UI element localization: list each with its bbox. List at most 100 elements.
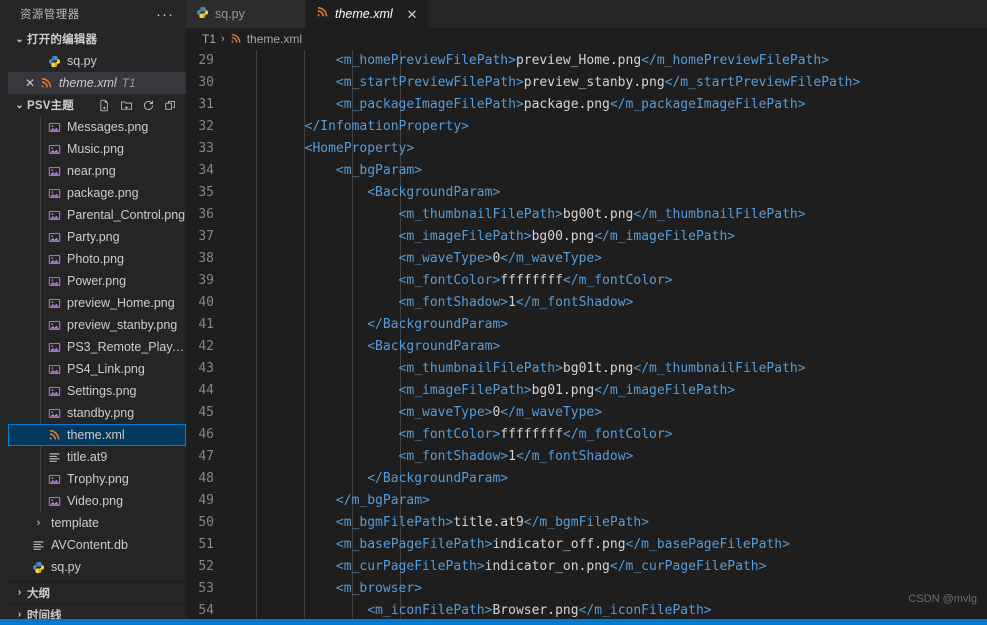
code-editor[interactable]: 29 <m_homePreviewFilePath>preview_Home.p…: [186, 50, 987, 625]
folder-label: template: [51, 516, 99, 530]
file-item[interactable]: title.at9: [8, 446, 186, 468]
line-content[interactable]: <m_curPageFilePath>indicator_on.png</m_c…: [236, 556, 987, 578]
file-item[interactable]: Trophy.png: [8, 468, 186, 490]
new-folder-icon[interactable]: [116, 96, 136, 114]
file-item[interactable]: PS4_Link.png: [8, 358, 186, 380]
collapse-all-icon[interactable]: [160, 96, 180, 114]
folder-item[interactable]: › template: [8, 512, 186, 534]
line-number: 39: [198, 273, 214, 288]
line-content[interactable]: <BackgroundParam>: [236, 336, 987, 358]
file-item[interactable]: PS3_Remote_Play.png: [8, 336, 186, 358]
refresh-icon[interactable]: [138, 96, 158, 114]
code-token: </m_packageImageFilePath>: [609, 97, 806, 112]
code-token: </m_fontShadow>: [515, 449, 634, 464]
code-token: ffffffff: [500, 427, 563, 442]
file-item[interactable]: Photo.png: [8, 248, 186, 270]
code-line: 31 <m_packageImageFilePath>package.png</…: [186, 94, 987, 116]
line-content[interactable]: <m_fontShadow>1</m_fontShadow>: [236, 446, 987, 468]
code-token: preview_stanby.png: [523, 75, 665, 90]
line-number: 46: [198, 427, 214, 442]
line-content[interactable]: <m_waveType>0</m_waveType>: [236, 402, 987, 424]
code-line: 46 <m_fontColor>ffffffff</m_fontColor>: [186, 424, 987, 446]
code-token: <m_homePreviewFilePath>: [335, 53, 516, 68]
line-content[interactable]: <m_fontShadow>1</m_fontShadow>: [236, 292, 987, 314]
line-content[interactable]: <m_homePreviewFilePath>preview_Home.png<…: [236, 50, 987, 72]
line-content[interactable]: </BackgroundParam>: [236, 314, 987, 336]
file-item[interactable]: Power.png: [8, 270, 186, 292]
chevron-right-icon: ›: [36, 517, 41, 529]
line-content[interactable]: <BackgroundParam>: [236, 182, 987, 204]
open-editor-item[interactable]: sq.py: [8, 50, 186, 72]
file-label: sq.py: [51, 560, 81, 574]
more-actions-icon[interactable]: ···: [156, 6, 180, 23]
line-content[interactable]: <m_basePageFilePath>indicator_off.png</m…: [236, 534, 987, 556]
sidebar-section-0[interactable]: › 大纲: [8, 581, 186, 603]
code-token: </m_curPageFilePath>: [609, 559, 767, 574]
line-number: 36: [198, 207, 214, 222]
file-label: theme.xml: [67, 428, 125, 442]
code-line: 39 <m_fontColor>ffffffff</m_fontColor>: [186, 270, 987, 292]
file-item[interactable]: Video.png: [8, 490, 186, 512]
line-number: 40: [198, 295, 214, 310]
file-item-selected[interactable]: theme.xml: [8, 424, 186, 446]
vscode-window: 资源管理器 ··· ⌄ 打开的编辑器 sq.py ✕ theme.xml T1 ⌄ P…: [0, 0, 987, 625]
code-line: 33 <HomeProperty>: [186, 138, 987, 160]
line-content[interactable]: <m_packageImageFilePath>package.png</m_p…: [236, 94, 987, 116]
section-project-root[interactable]: ⌄ PSV主题: [8, 94, 186, 116]
breadcrumb-root[interactable]: T1: [202, 32, 216, 46]
chevron-right-icon: ›: [221, 33, 225, 45]
code-line: 32 </InfomationProperty>: [186, 116, 987, 138]
line-content[interactable]: <m_thumbnailFilePath>bg00t.png</m_thumbn…: [236, 204, 987, 226]
code-token: 1: [508, 295, 516, 310]
editor-tab[interactable]: theme.xml ✕: [306, 0, 429, 28]
section-open-editors[interactable]: ⌄ 打开的编辑器: [8, 28, 186, 50]
file-label: Photo.png: [67, 252, 124, 266]
close-editor-icon[interactable]: ✕: [22, 76, 38, 90]
line-content[interactable]: <m_imageFilePath>bg00.png</m_imageFilePa…: [236, 226, 987, 248]
file-item[interactable]: preview_Home.png: [8, 292, 186, 314]
code-token: <BackgroundParam>: [367, 185, 501, 200]
file-label: PS3_Remote_Play.png: [67, 340, 186, 354]
line-content[interactable]: <m_fontColor>ffffffff</m_fontColor>: [236, 424, 987, 446]
editor-tab[interactable]: sq.py: [186, 0, 306, 28]
file-item[interactable]: AVContent.db: [8, 534, 186, 556]
file-item[interactable]: Parental_Control.png: [8, 204, 186, 226]
file-label: Messages.png: [67, 120, 149, 134]
line-content[interactable]: <m_bgParam>: [236, 160, 987, 182]
file-item[interactable]: near.png: [8, 160, 186, 182]
close-tab-icon[interactable]: ✕: [407, 8, 418, 21]
line-number: 48: [198, 471, 214, 486]
line-content[interactable]: <m_fontColor>ffffffff</m_fontColor>: [236, 270, 987, 292]
line-content[interactable]: <m_thumbnailFilePath>bg01t.png</m_thumbn…: [236, 358, 987, 380]
line-content[interactable]: <m_browser>: [236, 578, 987, 600]
line-content[interactable]: <HomeProperty>: [236, 138, 987, 160]
line-content[interactable]: <m_bgmFilePath>title.at9</m_bgmFilePath>: [236, 512, 987, 534]
file-item[interactable]: package.png: [8, 182, 186, 204]
explorer-sidebar: 资源管理器 ··· ⌄ 打开的编辑器 sq.py ✕ theme.xml T1 ⌄ P…: [8, 0, 186, 625]
file-item[interactable]: Settings.png: [8, 380, 186, 402]
new-file-icon[interactable]: [94, 96, 114, 114]
file-item[interactable]: Music.png: [8, 138, 186, 160]
line-content[interactable]: <m_waveType>0</m_waveType>: [236, 248, 987, 270]
file-item[interactable]: standby.png: [8, 402, 186, 424]
database-file-icon: [30, 539, 47, 552]
file-item[interactable]: Messages.png: [8, 116, 186, 138]
code-token: bg00.png: [531, 229, 595, 244]
line-content[interactable]: </InfomationProperty>: [236, 116, 987, 138]
open-editor-item[interactable]: ✕ theme.xml T1: [8, 72, 186, 94]
file-item[interactable]: preview_stanby.png: [8, 314, 186, 336]
line-content[interactable]: <m_startPreviewFilePath>preview_stanby.p…: [236, 72, 987, 94]
code-token: </m_bgParam>: [335, 493, 430, 508]
code-token: <m_imageFilePath>: [398, 229, 532, 244]
line-content[interactable]: </m_bgParam>: [236, 490, 987, 512]
file-item[interactable]: Party.png: [8, 226, 186, 248]
line-content[interactable]: <m_imageFilePath>bg01.png</m_imageFilePa…: [236, 380, 987, 402]
breadcrumb-file[interactable]: theme.xml: [247, 32, 302, 46]
line-content[interactable]: </BackgroundParam>: [236, 468, 987, 490]
file-item[interactable]: sq.py: [8, 556, 186, 578]
